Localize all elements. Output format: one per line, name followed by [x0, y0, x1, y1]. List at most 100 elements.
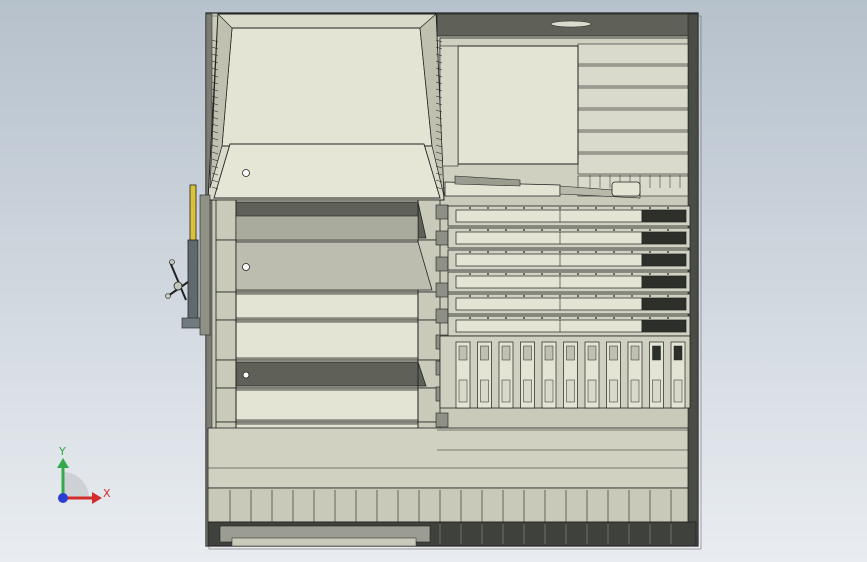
tray-rivet — [559, 229, 561, 231]
slot-window — [673, 345, 683, 361]
tray-rivet — [667, 207, 669, 209]
tray-rivet — [667, 251, 669, 253]
tray-rivet — [541, 251, 543, 253]
tray-rivet — [505, 317, 507, 319]
tray-rivet — [541, 273, 543, 275]
tray-rivet — [595, 295, 597, 297]
slot-window — [501, 379, 511, 403]
tray-rivet — [487, 207, 489, 209]
louver-slat — [577, 65, 689, 87]
side-bracket — [435, 412, 449, 428]
tray-rivet — [469, 273, 471, 275]
y-axis-label: Y — [58, 445, 66, 458]
slot-window — [458, 379, 468, 403]
tray-rivet — [577, 229, 579, 231]
tray-rivet — [649, 251, 651, 253]
slot-window — [458, 345, 468, 361]
tray-rivet — [595, 317, 597, 319]
slot-window — [480, 345, 489, 361]
upper-right-panel — [439, 37, 689, 199]
tray-face — [455, 253, 643, 267]
hopper-shade-band — [235, 215, 419, 241]
tray-rivet — [505, 207, 507, 209]
tray-rivet — [469, 317, 471, 319]
tray-rivet — [613, 295, 615, 297]
tray-rivet — [577, 273, 579, 275]
lower-base — [207, 427, 697, 547]
tray-rivet — [523, 273, 525, 275]
slot-window — [630, 379, 640, 403]
lever-handle-icon[interactable] — [165, 184, 211, 336]
side-bracket — [435, 282, 449, 298]
slot-window — [523, 379, 532, 403]
tray-rivet — [613, 317, 615, 319]
tray-rivet — [595, 207, 597, 209]
slot-window — [480, 379, 489, 403]
tray-rivet — [667, 273, 669, 275]
slot-window — [609, 345, 618, 361]
slot-window — [544, 379, 554, 403]
hopper-step-face — [235, 361, 427, 387]
tray-rivet — [577, 317, 579, 319]
feed-chute — [207, 13, 445, 201]
tray-face — [455, 319, 643, 333]
tray-rivet — [541, 317, 543, 319]
tray-rivet — [631, 295, 633, 297]
side-bracket — [435, 204, 449, 220]
tray-rivet — [523, 251, 525, 253]
hopper-step-face — [235, 321, 419, 359]
tray-rivet — [649, 207, 651, 209]
tray-rivet — [613, 207, 615, 209]
tray-dark-end — [641, 209, 687, 223]
tray-rivet — [487, 251, 489, 253]
tray-dark-end — [641, 319, 687, 333]
hopper-slope — [235, 241, 433, 291]
slot-window — [501, 345, 511, 361]
tray-rivet — [523, 229, 525, 231]
tray-rivet — [631, 229, 633, 231]
tray-rivet — [649, 295, 651, 297]
tray-rivet — [595, 229, 597, 231]
tray-rivet — [523, 317, 525, 319]
tray-rivet — [559, 207, 561, 209]
tray-rivet — [667, 295, 669, 297]
cad-viewport[interactable]: X Y — [0, 0, 867, 562]
slot-window — [566, 345, 575, 361]
tray-rivet — [649, 317, 651, 319]
tray-rivet — [559, 273, 561, 275]
tray-dark-end — [641, 275, 687, 289]
slot-window — [587, 379, 597, 403]
tray-face — [455, 209, 643, 223]
tray-rivet — [505, 273, 507, 275]
tray-rivet — [613, 229, 615, 231]
tray-rivet — [523, 295, 525, 297]
slot-window — [673, 379, 683, 403]
tray-rivet — [613, 273, 615, 275]
tray-rivet — [505, 295, 507, 297]
tray-rivet — [541, 207, 543, 209]
tray-rivet — [559, 295, 561, 297]
louver-slat — [577, 153, 689, 175]
louver-slat — [577, 131, 689, 153]
tray-rivet — [487, 273, 489, 275]
tray-rivet — [577, 295, 579, 297]
tray-rivet — [595, 273, 597, 275]
tray-rivet — [469, 229, 471, 231]
slot-window — [652, 379, 661, 403]
tray-rivet — [523, 207, 525, 209]
tray-rivet — [649, 229, 651, 231]
tray-rivet — [577, 251, 579, 253]
tray-rivet — [559, 251, 561, 253]
tray-dark-end — [641, 231, 687, 245]
vertical-slot-row — [439, 335, 691, 409]
slot-window — [587, 345, 597, 361]
slot-window — [566, 379, 575, 403]
louver-slat — [577, 109, 689, 131]
hopper-hole — [242, 371, 250, 379]
tray-face — [455, 231, 643, 245]
slot-window — [630, 345, 640, 361]
cad-model-drawing: X Y — [57, 12, 702, 550]
slot-window — [523, 345, 532, 361]
louver-slat — [577, 87, 689, 109]
hopper-step-face — [235, 389, 419, 421]
